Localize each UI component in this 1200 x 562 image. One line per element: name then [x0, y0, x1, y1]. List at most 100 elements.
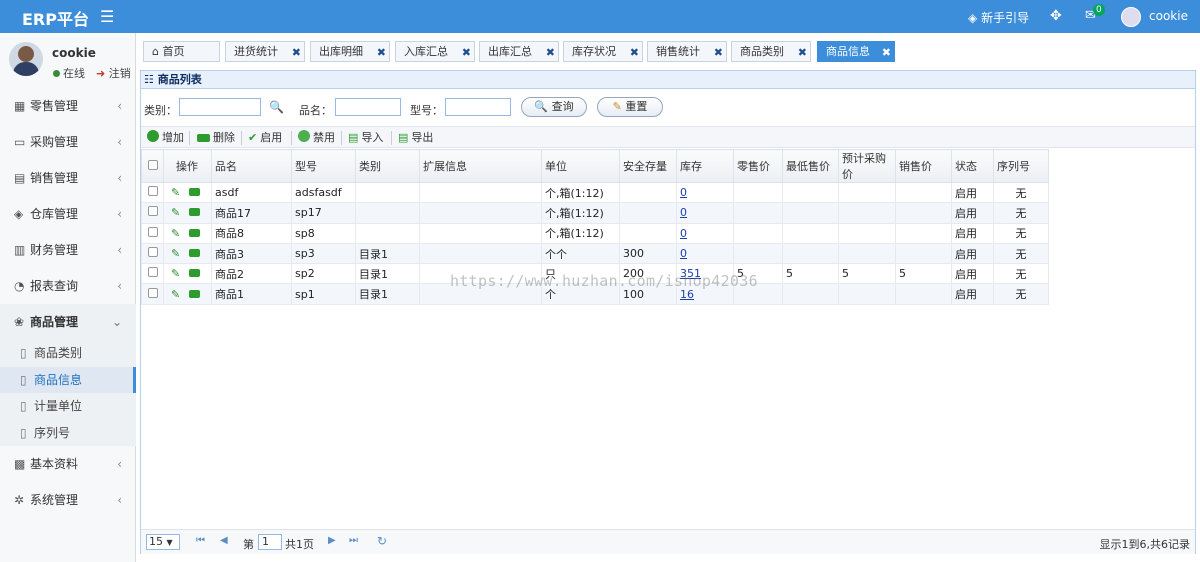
table-row[interactable]: ✎ 商品3 sp3 目录1 个个 300 0 启用无 [141, 242, 1049, 265]
edit-icon[interactable]: ✎ [171, 227, 180, 240]
search-button[interactable]: 🔍 查询 [521, 97, 587, 117]
tab-purchase-stats[interactable]: 进货统计 ✖ [225, 41, 305, 62]
sidebar-subitem-goods-category[interactable]: ▯ 商品类别 [0, 340, 136, 367]
select-all-checkbox[interactable] [141, 149, 164, 183]
row-checkbox[interactable] [141, 181, 164, 204]
table-row[interactable]: ✎ 商品8 sp8 个,箱(1:12) 0 启用无 [141, 222, 1049, 244]
sidebar-item-goods[interactable]: ❀ 商品管理 ⌄ [0, 304, 136, 340]
model-input[interactable] [445, 98, 511, 116]
stock-link[interactable]: 0 [680, 227, 687, 240]
tab-outbound-detail[interactable]: 出库明细 ✖ [310, 41, 390, 62]
remove-icon[interactable] [189, 249, 201, 258]
name-input[interactable] [335, 98, 401, 116]
finance-icon: ▥ [14, 243, 26, 257]
close-icon[interactable]: ✖ [630, 43, 639, 62]
tab-sales-stats[interactable]: 销售统计 ✖ [647, 41, 727, 62]
tab-goods-info[interactable]: 商品信息 ✖ [817, 41, 895, 62]
col-header-status[interactable]: 状态 [951, 149, 994, 183]
col-header-ext[interactable]: 扩展信息 [419, 149, 542, 183]
close-icon[interactable]: ✖ [882, 43, 891, 62]
sidebar-subitem-serial[interactable]: ▯ 序列号 [0, 419, 136, 446]
export-button[interactable]: ▤ 导出 [398, 130, 433, 145]
page-number-input[interactable]: 1 [258, 534, 282, 550]
remove-icon[interactable] [189, 269, 201, 278]
page-size-select[interactable]: 15 ▼ [146, 534, 180, 550]
refresh-icon[interactable]: ↻ [377, 534, 387, 548]
sidebar-item-retail[interactable]: ▦ 零售管理 ‹ [0, 88, 136, 124]
sidebar-subitem-unit[interactable]: ▯ 计量单位 [0, 393, 136, 420]
sidebar-item-sales[interactable]: ▤ 销售管理 ‹ [0, 160, 136, 196]
col-header-serial[interactable]: 序列号 [993, 149, 1049, 183]
close-icon[interactable]: ✖ [546, 43, 555, 62]
remove-icon[interactable] [189, 208, 201, 217]
hamburger-menu-icon[interactable]: ☰ [100, 7, 114, 26]
stock-link[interactable]: 0 [680, 206, 687, 219]
col-header-safety[interactable]: 安全存量 [619, 149, 677, 183]
row-checkbox[interactable] [141, 222, 164, 244]
table-row[interactable]: ✎ 商品17 sp17 个,箱(1:12) 0 启用无 [141, 202, 1049, 224]
close-icon[interactable]: ✖ [714, 43, 723, 62]
remove-icon[interactable] [189, 289, 201, 298]
cell-min-price [782, 222, 839, 244]
close-icon[interactable]: ✖ [462, 43, 471, 62]
disable-button[interactable]: 禁用 [298, 130, 335, 145]
fullscreen-icon[interactable]: ✥ [1050, 8, 1062, 24]
sidebar-item-warehouse[interactable]: ◈ 仓库管理 ‹ [0, 196, 136, 232]
logout-link[interactable]: ➜ 注销 [96, 65, 131, 81]
import-button[interactable]: ▤ 导入 [348, 130, 383, 145]
stock-link[interactable]: 0 [680, 186, 687, 199]
prev-page-icon[interactable]: ◀ [220, 535, 228, 546]
col-header-retail[interactable]: 零售价 [733, 149, 783, 183]
tab-home[interactable]: ⌂ 首页 [143, 41, 220, 62]
col-header-unit[interactable]: 单位 [541, 149, 620, 183]
table-row[interactable]: ✎ asdf adsfasdf 个,箱(1:12) 0 启用无 [141, 181, 1049, 204]
close-icon[interactable]: ✖ [798, 43, 807, 62]
edit-icon[interactable]: ✎ [171, 267, 180, 280]
remove-icon[interactable] [189, 228, 201, 237]
magnifier-icon[interactable]: 🔍 [269, 100, 284, 114]
sidebar-item-report[interactable]: ◔ 报表查询 ‹ [0, 268, 136, 304]
stock-link[interactable]: 0 [680, 247, 687, 260]
top-username[interactable]: cookie [1149, 9, 1188, 23]
tab-goods-category[interactable]: 商品类别 ✖ [731, 41, 811, 62]
col-header-stock[interactable]: 库存 [676, 149, 734, 183]
edit-icon[interactable]: ✎ [171, 247, 180, 260]
sidebar-subitem-goods-info[interactable]: ▯ 商品信息 [0, 366, 136, 393]
close-icon[interactable]: ✖ [292, 43, 301, 62]
sidebar-item-purchase[interactable]: ▭ 采购管理 ‹ [0, 124, 136, 160]
tab-inbound-summary[interactable]: 入库汇总 ✖ [395, 41, 475, 62]
tab-stock-status[interactable]: 库存状况 ✖ [563, 41, 643, 62]
row-checkbox[interactable] [141, 283, 164, 305]
reset-button[interactable]: ✎ 重置 [597, 97, 663, 117]
col-header-sale[interactable]: 销售价 [895, 149, 952, 183]
row-checkbox[interactable] [141, 202, 164, 224]
edit-icon[interactable]: ✎ [171, 186, 180, 199]
sidebar-item-finance[interactable]: ▥ 财务管理 ‹ [0, 232, 136, 268]
first-page-icon[interactable]: ⏮ [196, 535, 205, 546]
row-checkbox[interactable] [141, 242, 164, 265]
tab-outbound-summary[interactable]: 出库汇总 ✖ [479, 41, 559, 62]
cell-category [355, 202, 420, 224]
delete-button[interactable]: 删除 [197, 130, 235, 145]
col-header-model[interactable]: 型号 [291, 149, 356, 183]
enable-button[interactable]: ✔ 启用 [248, 130, 282, 145]
guide-link[interactable]: ◈ 新手引导 [968, 9, 1029, 26]
warehouse-icon: ◈ [14, 207, 24, 221]
col-header-name[interactable]: 品名 [211, 149, 292, 183]
add-button[interactable]: 增加 [147, 130, 184, 145]
edit-icon[interactable]: ✎ [171, 206, 180, 219]
close-icon[interactable]: ✖ [377, 43, 386, 62]
last-page-icon[interactable]: ⏭ [349, 535, 358, 546]
sidebar-item-system[interactable]: ✲ 系统管理 ‹ [0, 482, 136, 518]
col-header-purchase[interactable]: 预计采购价 [838, 149, 896, 183]
col-header-min-price[interactable]: 最低售价 [782, 149, 839, 183]
col-header-category[interactable]: 类别 [355, 149, 420, 183]
remove-icon[interactable] [189, 188, 201, 197]
category-input[interactable] [179, 98, 261, 116]
edit-icon[interactable]: ✎ [171, 288, 180, 301]
avatar[interactable] [1121, 7, 1141, 27]
reset-icon: ✎ [612, 100, 622, 113]
row-checkbox[interactable] [141, 263, 164, 285]
next-page-icon[interactable]: ▶ [328, 535, 336, 546]
sidebar-item-basic-info[interactable]: ▩ 基本资料 ‹ [0, 446, 136, 482]
